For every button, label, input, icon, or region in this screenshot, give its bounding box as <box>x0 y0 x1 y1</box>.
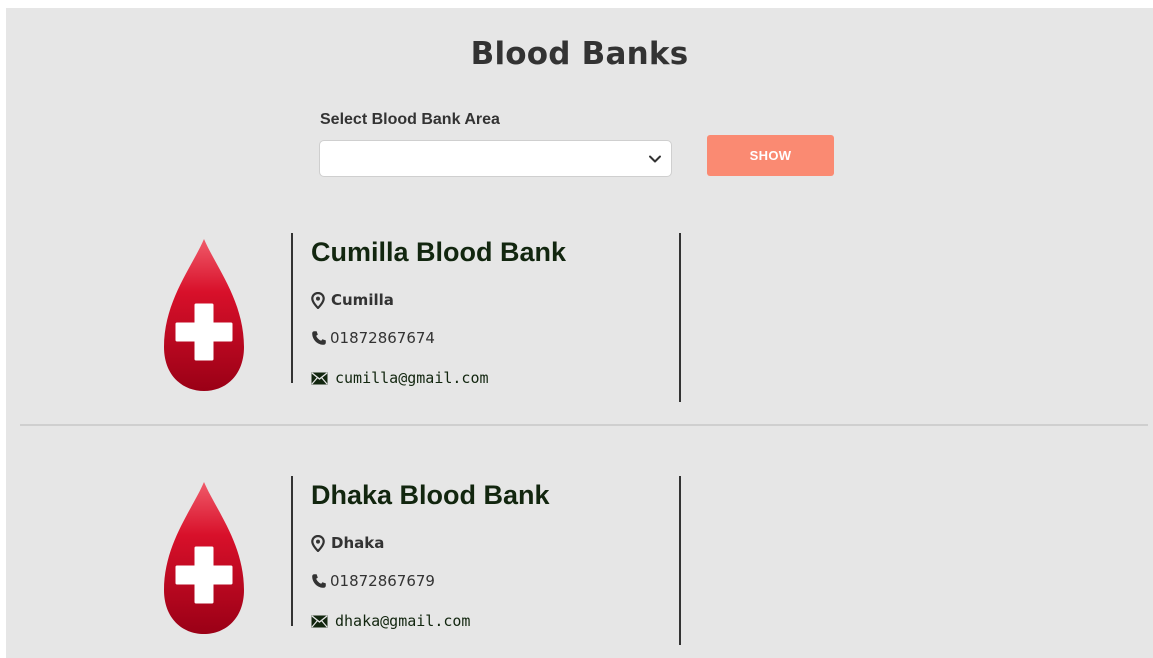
phone-icon <box>312 331 326 345</box>
bank-location-text: Cumilla <box>331 291 394 309</box>
bank-phone-row: 01872867674 <box>311 329 435 347</box>
area-select-label: Select Blood Bank Area <box>320 111 500 128</box>
left-divider-rule <box>291 476 293 626</box>
bank-name: Dhaka Blood Bank <box>311 480 550 510</box>
bank-email-link[interactable]: cumilla@gmail.com <box>335 369 489 387</box>
phone-icon <box>312 574 326 588</box>
area-select[interactable] <box>319 140 672 177</box>
bank-card: Dhaka Blood Bank Dhaka 01872867679 dhaka… <box>6 476 1153 658</box>
envelope-icon <box>311 614 328 627</box>
bank-email-row: cumilla@gmail.com <box>311 369 489 387</box>
page-title: Blood Banks <box>470 36 689 72</box>
bank-location-row: Dhaka <box>311 534 384 552</box>
bank-email-row: dhaka@gmail.com <box>311 612 470 630</box>
map-pin-icon <box>311 291 325 309</box>
show-button[interactable]: SHOW <box>707 135 834 176</box>
main-panel: Blood Banks Select Blood Bank Area SHOW … <box>6 8 1153 658</box>
left-divider-rule <box>291 233 293 383</box>
bank-location-row: Cumilla <box>311 291 394 309</box>
card-divider <box>20 424 1148 426</box>
blood-drop-icon <box>164 482 244 634</box>
map-pin-icon <box>311 534 325 552</box>
bank-phone-text: 01872867679 <box>330 572 435 590</box>
blood-drop-icon <box>164 239 244 391</box>
bank-name: Cumilla Blood Bank <box>311 237 567 267</box>
bank-phone-text: 01872867674 <box>330 329 435 347</box>
right-divider-rule <box>679 476 681 645</box>
bank-email-link[interactable]: dhaka@gmail.com <box>335 612 470 630</box>
bank-card: Cumilla Blood Bank Cumilla 01872867674 c… <box>6 233 1153 433</box>
bank-location-text: Dhaka <box>331 534 385 552</box>
bank-phone-row: 01872867679 <box>311 572 435 590</box>
chevron-down-icon <box>649 155 661 163</box>
right-divider-rule <box>679 233 681 402</box>
envelope-icon <box>311 371 328 384</box>
